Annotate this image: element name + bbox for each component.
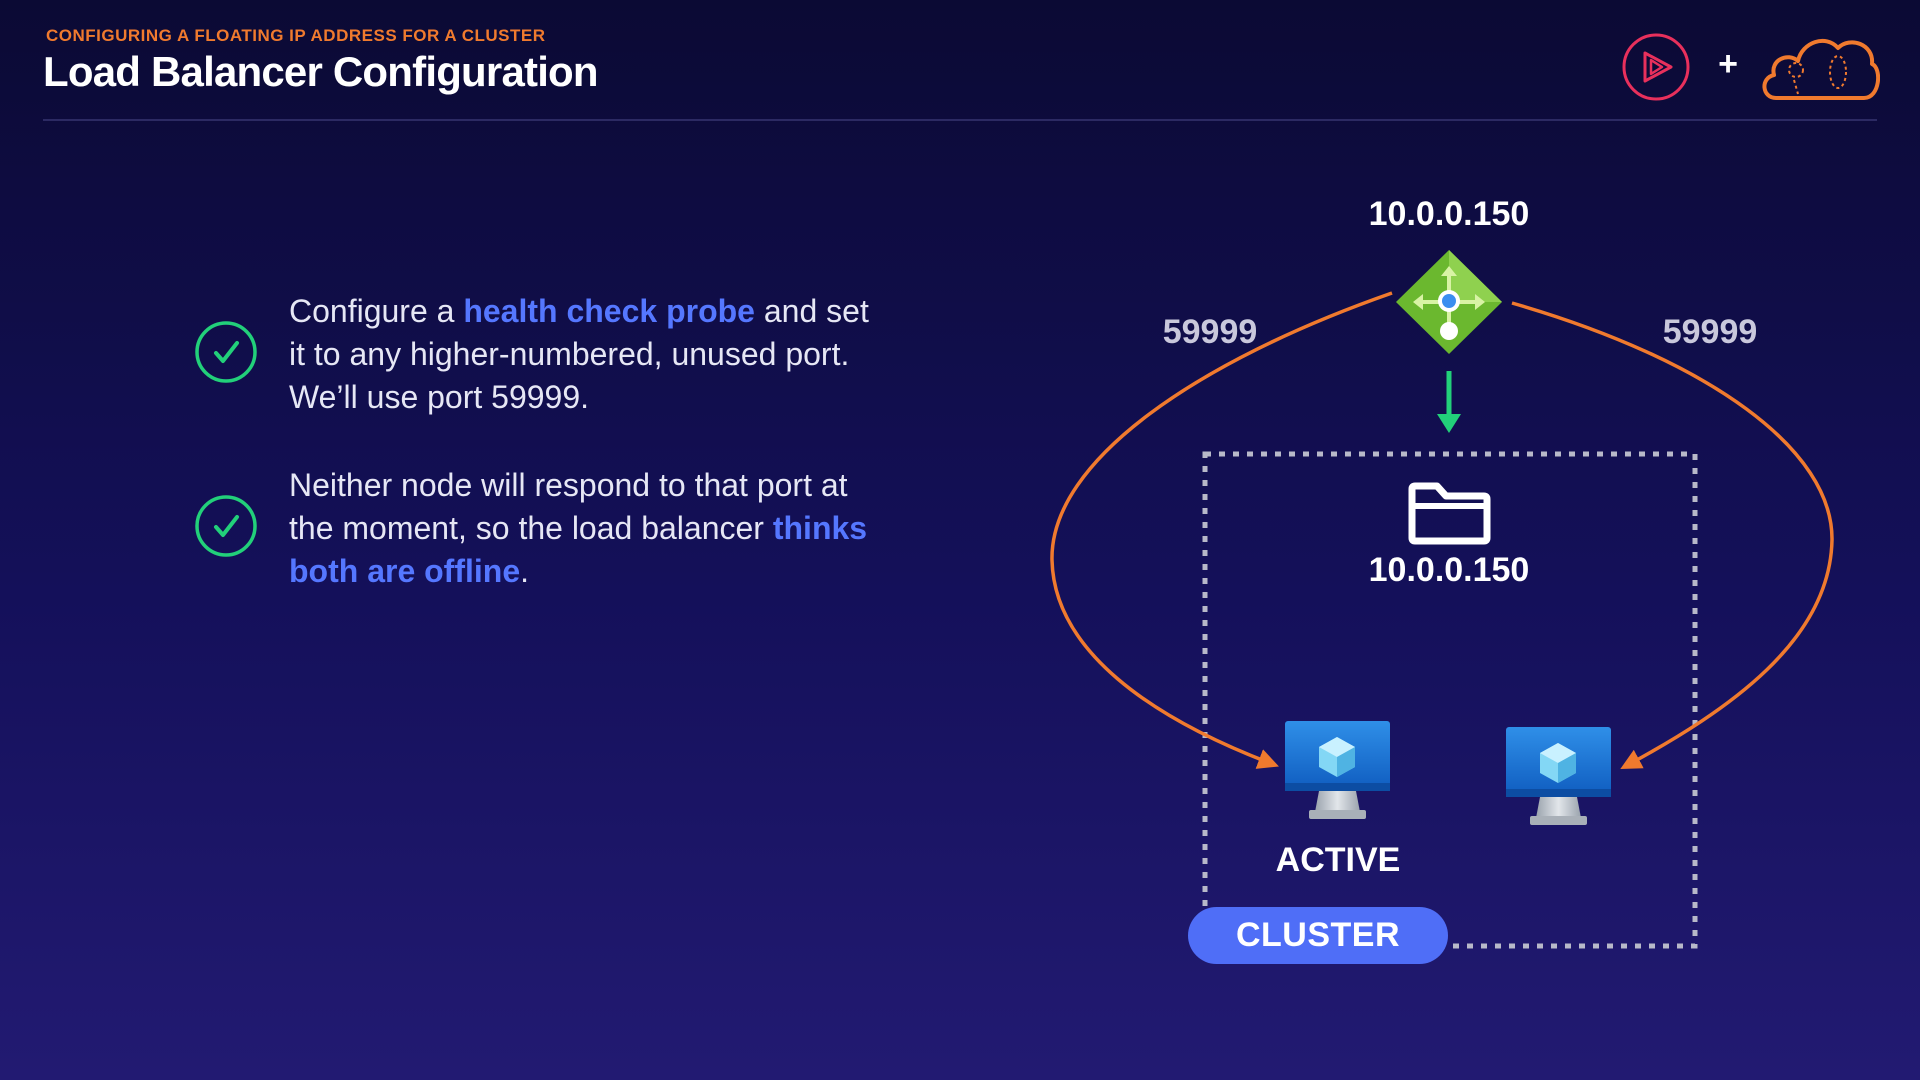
active-node-label: ACTIVE xyxy=(1275,841,1401,879)
load-balancer-icon xyxy=(1396,250,1502,354)
cluster-badge: CLUSTER xyxy=(1188,907,1448,964)
cluster-ip-label: 10.0.0.150 xyxy=(1368,551,1530,589)
virtual-machine-icon xyxy=(1285,721,1390,819)
probe-port-label-right: 59999 xyxy=(1662,313,1758,351)
network-diagram xyxy=(1050,250,1834,949)
probe-port-label-left: 59999 xyxy=(1162,313,1258,351)
probe-arrow-left xyxy=(1050,291,1393,769)
probe-arrow-right xyxy=(1511,301,1834,769)
load-balancer-ip-label: 10.0.0.150 xyxy=(1368,195,1530,233)
virtual-machine-icon xyxy=(1506,727,1611,825)
flow-arrow-head xyxy=(1437,414,1461,433)
folder-icon xyxy=(1408,482,1491,545)
